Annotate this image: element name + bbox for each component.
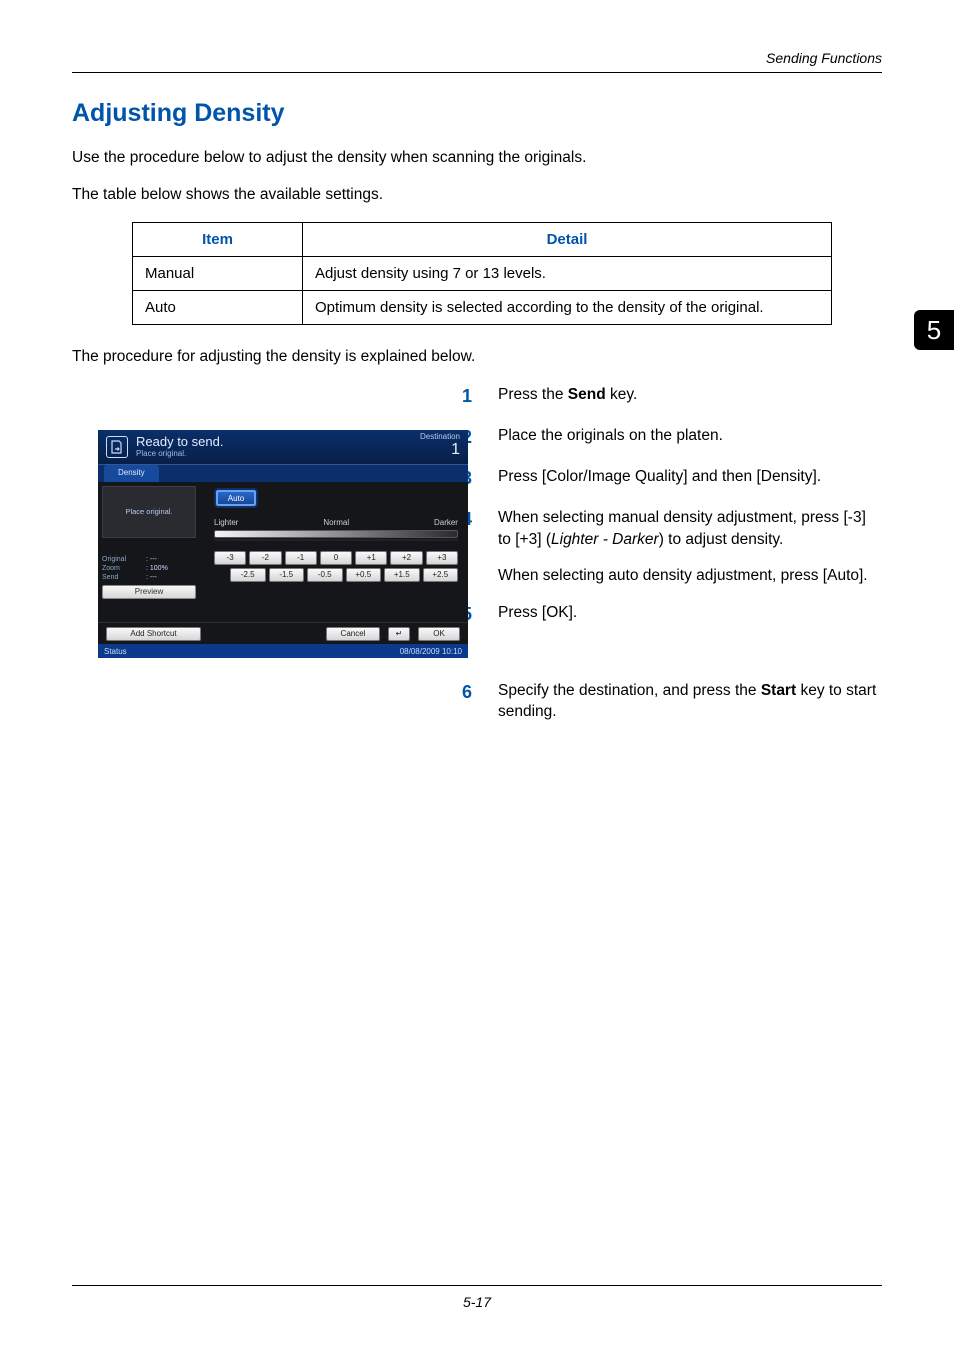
page-number: 5-17 [0,1294,954,1310]
density-step-button[interactable]: +3 [426,551,458,565]
density-label-lighter: Lighter [214,518,238,527]
cancel-button[interactable]: Cancel [326,627,380,641]
shot-destination-count: 1 [420,441,460,459]
add-shortcut-button[interactable]: Add Shortcut [106,627,201,641]
preview-button[interactable]: Preview [102,585,196,599]
ok-button[interactable]: OK [418,627,460,641]
density-step-button[interactable]: 0 [320,551,352,565]
shot-header: Ready to send. Place original. Destinati… [98,430,468,464]
density-halfstep-button[interactable]: +2.5 [423,568,459,582]
intro-para-2: The table below shows the available sett… [72,185,882,206]
density-step-button[interactable]: -2 [249,551,281,565]
step-text: Place the originals on the platen. [498,425,882,447]
table-header-item: Item [133,222,303,256]
statusbar-right: 08/08/2009 10:10 [400,647,462,656]
shot-statusbar: Status 08/08/2009 10:10 [98,644,468,658]
tab-density[interactable]: Density [104,465,159,483]
after-table-para: The procedure for adjusting the density … [72,347,882,368]
density-halfstep-button[interactable]: -1.5 [269,568,305,582]
density-bar-base [214,539,458,541]
density-step-button[interactable]: -1 [285,551,317,565]
step-text: Press the Send key. [498,384,882,406]
send-document-icon [106,436,128,458]
enter-button[interactable]: ↵ [388,627,410,641]
page-footer: 5-17 [0,1285,954,1310]
step-item: Place the originals on the platen. [462,425,882,450]
density-halfstep-button[interactable]: +0.5 [346,568,382,582]
step-text: Press [Color/Image Quality] and then [De… [498,466,882,488]
density-gradient-bar [214,530,458,538]
density-label-darker: Darker [434,518,458,527]
step-item: Press [Color/Image Quality] and then [De… [462,466,882,491]
header-rule [72,72,882,73]
auto-button[interactable]: Auto [214,488,258,508]
device-screenshot: Ready to send. Place original. Destinati… [98,430,468,658]
step-item: When selecting manual density adjustment… [462,507,882,586]
shot-destination-label: Destination [420,432,460,441]
density-halfstep-button[interactable]: +1.5 [384,568,420,582]
settings-table: Item Detail Manual Adjust density using … [132,222,832,325]
running-header: Sending Functions [72,50,882,66]
intro-para-1: Use the procedure below to adjust the de… [72,148,882,169]
step-item: Specify the destination, and press the S… [462,680,882,723]
shot-main: Auto Lighter Normal Darker -3-2 -10+1+2 +3… [200,482,468,622]
table-row: Manual Adjust density using 7 or 13 leve… [133,256,832,290]
steps-list: Press the Send key. Place the originals o… [462,384,882,723]
table-cell: Adjust density using 7 or 13 levels. [303,256,832,290]
step-item: Press the Send key. [462,384,882,409]
density-label-normal: Normal [323,518,349,527]
shot-subtitle: Place original. [136,450,223,459]
side-label: Original [102,556,142,563]
shot-title: Ready to send. [136,435,223,449]
table-cell: Auto [133,290,303,324]
density-step-button[interactable]: +2 [390,551,422,565]
side-label: Send [102,574,142,581]
density-halfstep-button[interactable]: -0.5 [307,568,343,582]
side-label: Zoom [102,565,142,572]
table-cell: Optimum density is selected according to… [303,290,832,324]
side-value: : 100% [146,565,168,572]
step-text: When selecting manual density adjustment… [498,507,882,550]
step-item: Press [OK]. [462,602,882,627]
density-step-button[interactable]: +1 [355,551,387,565]
step-text: Specify the destination, and press the S… [498,680,882,723]
density-halfstep-button[interactable]: -2.5 [230,568,266,582]
table-cell: Manual [133,256,303,290]
table-row: Auto Optimum density is selected accordi… [133,290,832,324]
shot-footer: Add Shortcut Cancel ↵ OK [98,622,468,644]
side-value: : --- [146,556,157,563]
density-step-button[interactable]: -3 [214,551,246,565]
statusbar-left[interactable]: Status [104,647,127,656]
shot-tabbar: Density [98,464,468,482]
table-header-detail: Detail [303,222,832,256]
shot-sidebar: Place original. Original : --- Zoom : 100%… [98,482,200,622]
step-text: Press [OK]. [498,602,882,624]
side-value: : --- [146,574,157,581]
preview-placeholder: Place original. [102,486,196,538]
section-title: Adjusting Density [72,99,882,128]
chapter-tab: 5 [914,310,954,350]
step-text: When selecting auto density adjustment, … [498,565,882,587]
